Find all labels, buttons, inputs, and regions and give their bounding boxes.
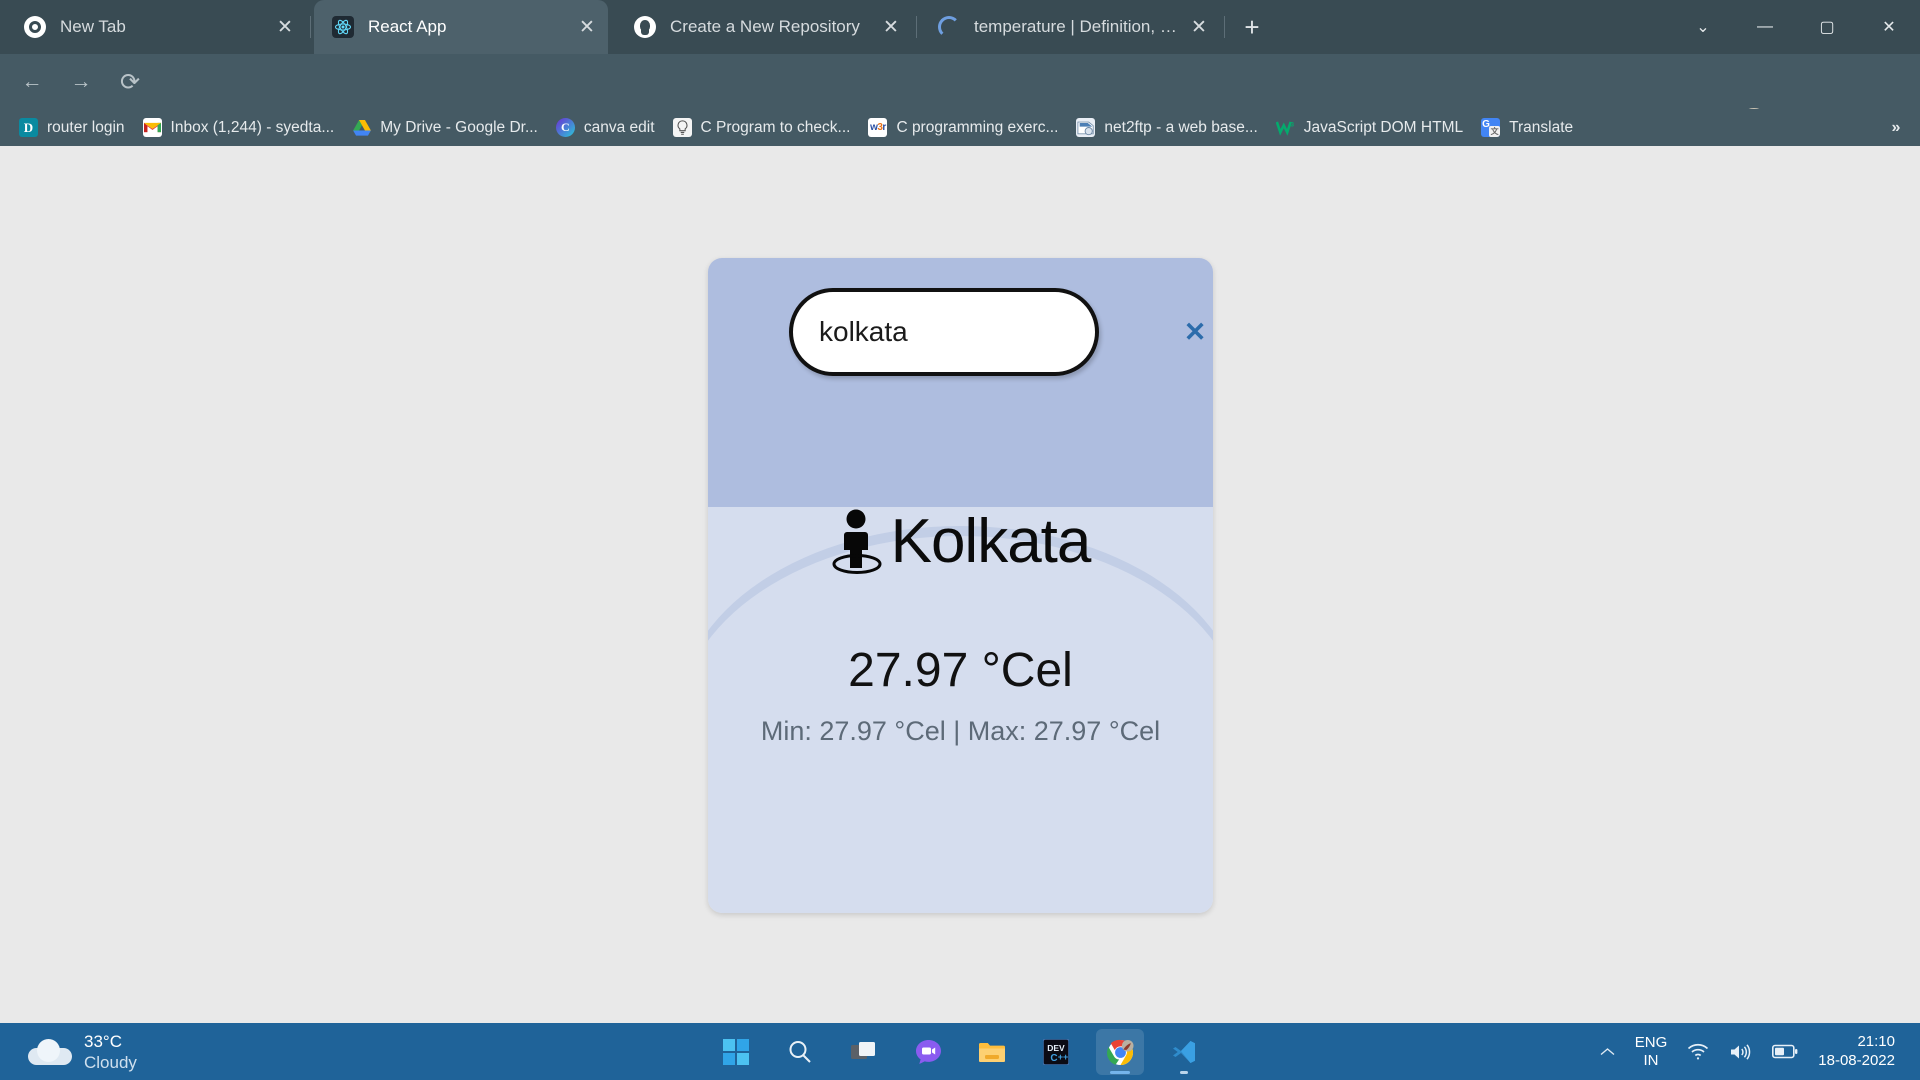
gmail-icon	[143, 118, 162, 137]
chrome-button[interactable]	[1096, 1029, 1144, 1075]
bookmark-net2ftp[interactable]: net2ftp - a web base...	[1067, 113, 1266, 143]
maximize-button[interactable]: ▢	[1796, 0, 1858, 54]
net2ftp-icon	[1076, 118, 1095, 137]
bookmark-javascript-dom-html[interactable]: 3 JavaScript DOM HTML	[1267, 113, 1472, 143]
language-indicator[interactable]: ENG IN	[1628, 1029, 1675, 1075]
file-explorer-button[interactable]	[968, 1029, 1016, 1075]
tray-overflow-button[interactable]	[1593, 1029, 1622, 1075]
bookmark-label: net2ftp - a web base...	[1104, 119, 1257, 137]
wifi-icon[interactable]	[1680, 1029, 1716, 1075]
new-tab-button[interactable]: +	[1234, 9, 1270, 45]
google-translate-icon: G 文	[1481, 118, 1500, 137]
reload-button[interactable]: ⟳	[111, 63, 149, 101]
clear-search-icon[interactable]: ✕	[1180, 317, 1210, 347]
bookmark-translate[interactable]: G 文 Translate	[1472, 113, 1582, 143]
search-input[interactable]	[819, 316, 1180, 348]
chat-video-button[interactable]	[904, 1029, 952, 1075]
clock-time: 21:10	[1818, 1033, 1895, 1052]
city-search-box[interactable]: ✕	[789, 288, 1099, 376]
w3schools-icon: 3	[1276, 118, 1295, 137]
city-name: Kolkata	[891, 511, 1091, 573]
minimize-button[interactable]: —	[1734, 0, 1796, 54]
tab-close-button[interactable]: ✕	[1184, 12, 1214, 42]
lightbulb-icon	[673, 118, 692, 137]
speaker-icon[interactable]	[1722, 1029, 1759, 1075]
loading-spinner-icon	[938, 16, 960, 38]
battery-icon[interactable]	[1765, 1029, 1805, 1075]
bookmark-label: C Program to check...	[701, 119, 851, 137]
forward-button[interactable]: →	[62, 63, 100, 101]
svg-text:++: ++	[1058, 1052, 1069, 1062]
task-view-button[interactable]	[840, 1029, 888, 1075]
taskbar-app-icons: DEV C ++	[712, 1029, 1208, 1075]
current-temperature: 27.97 °Cel	[708, 643, 1213, 698]
bookmark-my-drive[interactable]: My Drive - Google Dr...	[343, 113, 547, 143]
devcpp-button[interactable]: DEV C ++	[1032, 1029, 1080, 1075]
taskbar-weather-widget[interactable]: 33°C Cloudy	[18, 1029, 147, 1075]
bookmark-label: router login	[47, 119, 125, 137]
tab-separator	[916, 16, 917, 38]
bookmarks-overflow-button[interactable]: »	[1882, 115, 1910, 141]
github-icon	[634, 16, 656, 38]
tab-close-button[interactable]: ✕	[270, 12, 300, 42]
tab-search-button[interactable]: ⌄	[1672, 0, 1734, 54]
bookmark-inbox[interactable]: Inbox (1,244) - syedta...	[134, 113, 344, 143]
bookmark-label: Translate	[1509, 119, 1573, 137]
tab-title: New Tab	[60, 17, 264, 37]
language-line-2: IN	[1635, 1052, 1668, 1070]
browser-tab-new-tab[interactable]: New Tab ✕	[6, 0, 306, 54]
browser-tab-react-app[interactable]: React App ✕	[314, 0, 608, 54]
bookmark-canva-edit[interactable]: C canva edit	[547, 113, 664, 143]
window-controls: ⌄ — ▢ ✕	[1672, 0, 1920, 54]
bookmark-label: C programming exerc...	[896, 119, 1058, 137]
bookmark-label: Inbox (1,244) - syedta...	[171, 119, 335, 137]
tab-title: Create a New Repository	[670, 17, 870, 37]
vscode-button[interactable]	[1160, 1029, 1208, 1075]
google-drive-icon	[352, 118, 371, 137]
tab-close-button[interactable]: ✕	[876, 12, 906, 42]
dlink-icon: D	[19, 118, 38, 137]
tab-separator	[1224, 16, 1225, 38]
tab-close-button[interactable]: ✕	[572, 12, 602, 42]
search-button[interactable]	[776, 1029, 824, 1075]
chrome-icon	[24, 16, 46, 38]
browser-window: New Tab ✕ React App ✕ Create a New Repos…	[0, 0, 1920, 1023]
tab-title: React App	[368, 17, 566, 37]
bookmark-c-programming-exercises[interactable]: w3r C programming exerc...	[859, 113, 1067, 143]
w3resource-icon: w3r	[868, 118, 887, 137]
bookmark-c-program[interactable]: C Program to check...	[664, 113, 860, 143]
weather-condition: Cloudy	[84, 1052, 137, 1073]
system-tray: ENG IN 21:10 18-08-2022	[1593, 1023, 1910, 1080]
react-icon	[332, 16, 354, 38]
clock-widget[interactable]: 21:10 18-08-2022	[1811, 1029, 1910, 1075]
browser-tab-create-repository[interactable]: Create a New Repository ✕	[616, 0, 912, 54]
temperature-range: Min: 27.97 °Cel | Max: 27.97 °Cel	[708, 716, 1213, 747]
windows-taskbar: 33°C Cloudy	[0, 1023, 1920, 1080]
browser-toolbar: ← → ⟳ i localhost:3000	[0, 54, 1920, 109]
back-button[interactable]: ←	[13, 63, 51, 101]
clock-date: 18-08-2022	[1818, 1052, 1895, 1071]
svg-text:3: 3	[1290, 122, 1294, 128]
bookmark-router-login[interactable]: D router login	[10, 113, 134, 143]
language-line-1: ENG	[1635, 1034, 1668, 1052]
weather-card: ✕ Kolkata 27.97 °Cel Min: 27.97 °Cel | M…	[708, 258, 1213, 913]
cloud-icon	[28, 1039, 72, 1065]
tab-title: temperature | Definition, Scales, Un	[974, 17, 1178, 37]
canva-icon: C	[556, 118, 575, 137]
weather-text: 33°C Cloudy	[84, 1031, 137, 1074]
person-location-icon	[831, 506, 887, 578]
tab-strip: New Tab ✕ React App ✕ Create a New Repos…	[0, 0, 1920, 54]
start-button[interactable]	[712, 1029, 760, 1075]
svg-text:C: C	[1050, 1053, 1057, 1064]
bookmarks-bar: D router login Inbox (1,244) - syedta...…	[0, 109, 1920, 146]
browser-tab-temperature[interactable]: temperature | Definition, Scales, Un ✕	[920, 0, 1220, 54]
bookmark-label: JavaScript DOM HTML	[1304, 119, 1463, 137]
bookmark-label: My Drive - Google Dr...	[380, 119, 538, 137]
page-viewport: ✕ Kolkata 27.97 °Cel Min: 27.97 °Cel | M…	[0, 146, 1920, 1023]
weather-temperature: 33°C	[84, 1031, 137, 1052]
bookmark-label: canva edit	[584, 119, 655, 137]
city-heading: Kolkata	[708, 506, 1213, 578]
close-window-button[interactable]: ✕	[1858, 0, 1920, 54]
tab-separator	[310, 16, 311, 38]
